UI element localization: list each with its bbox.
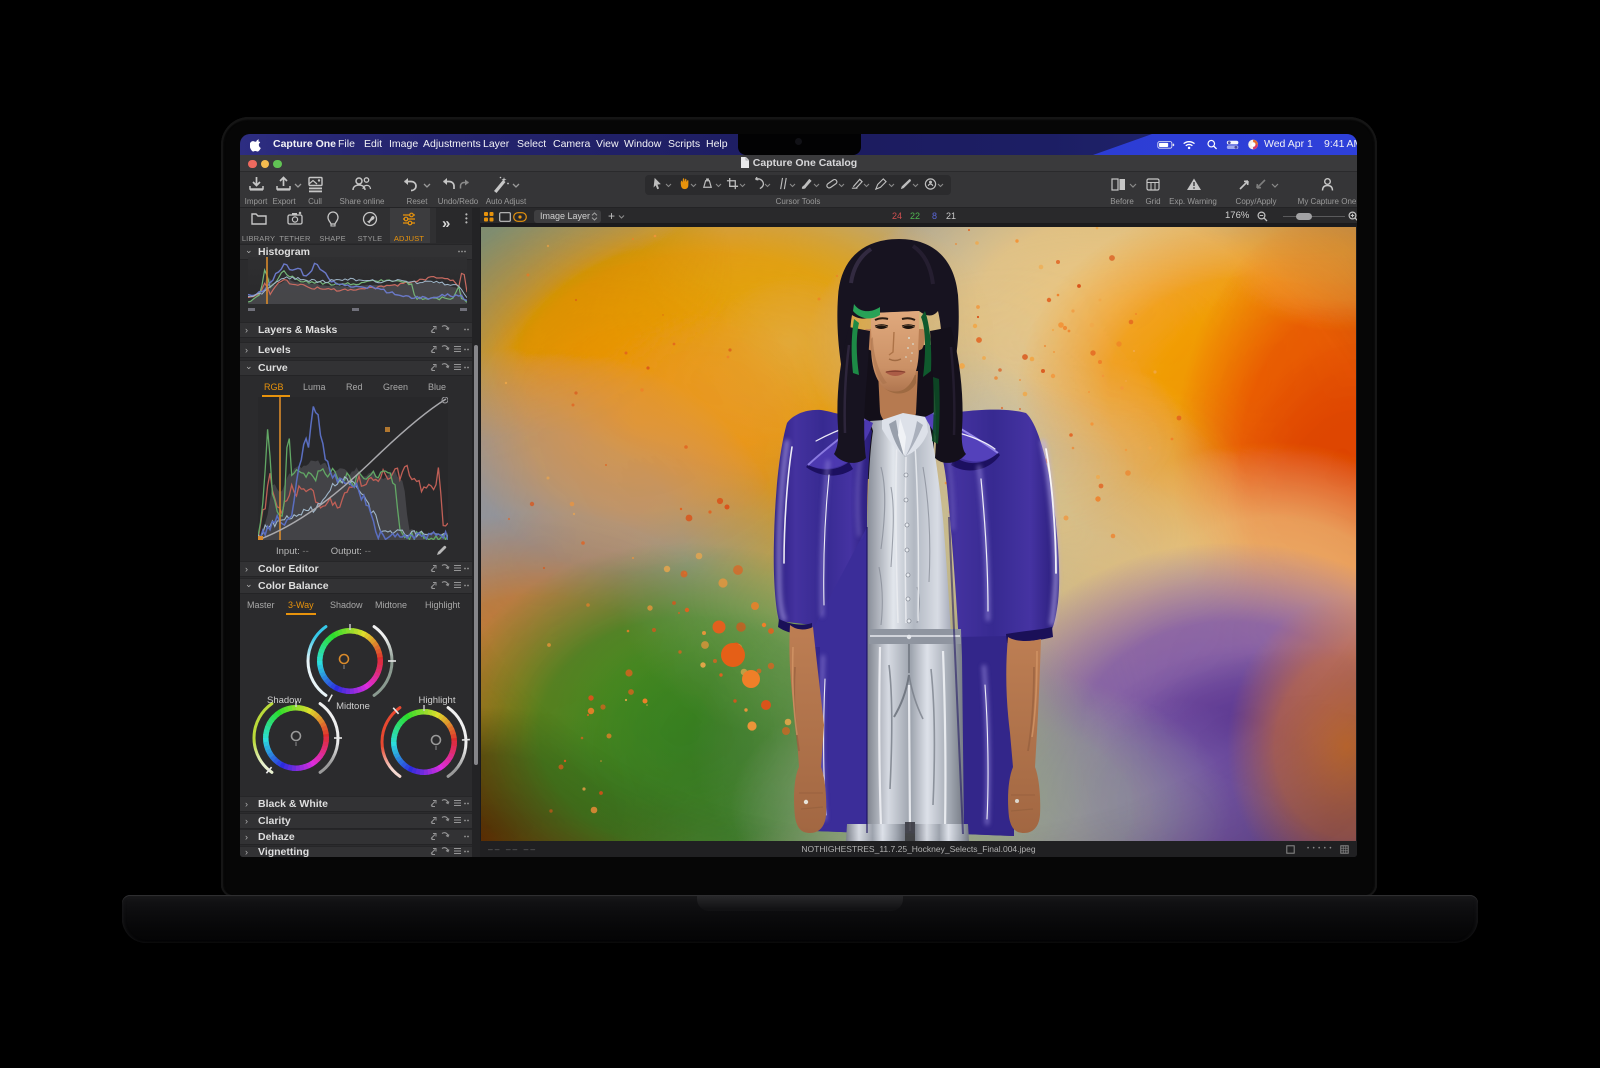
svg-text:Shadow: Shadow: [267, 695, 301, 706]
svg-text:Highlight: Highlight: [419, 695, 456, 706]
svg-text:Midtone: Midtone: [336, 701, 370, 712]
